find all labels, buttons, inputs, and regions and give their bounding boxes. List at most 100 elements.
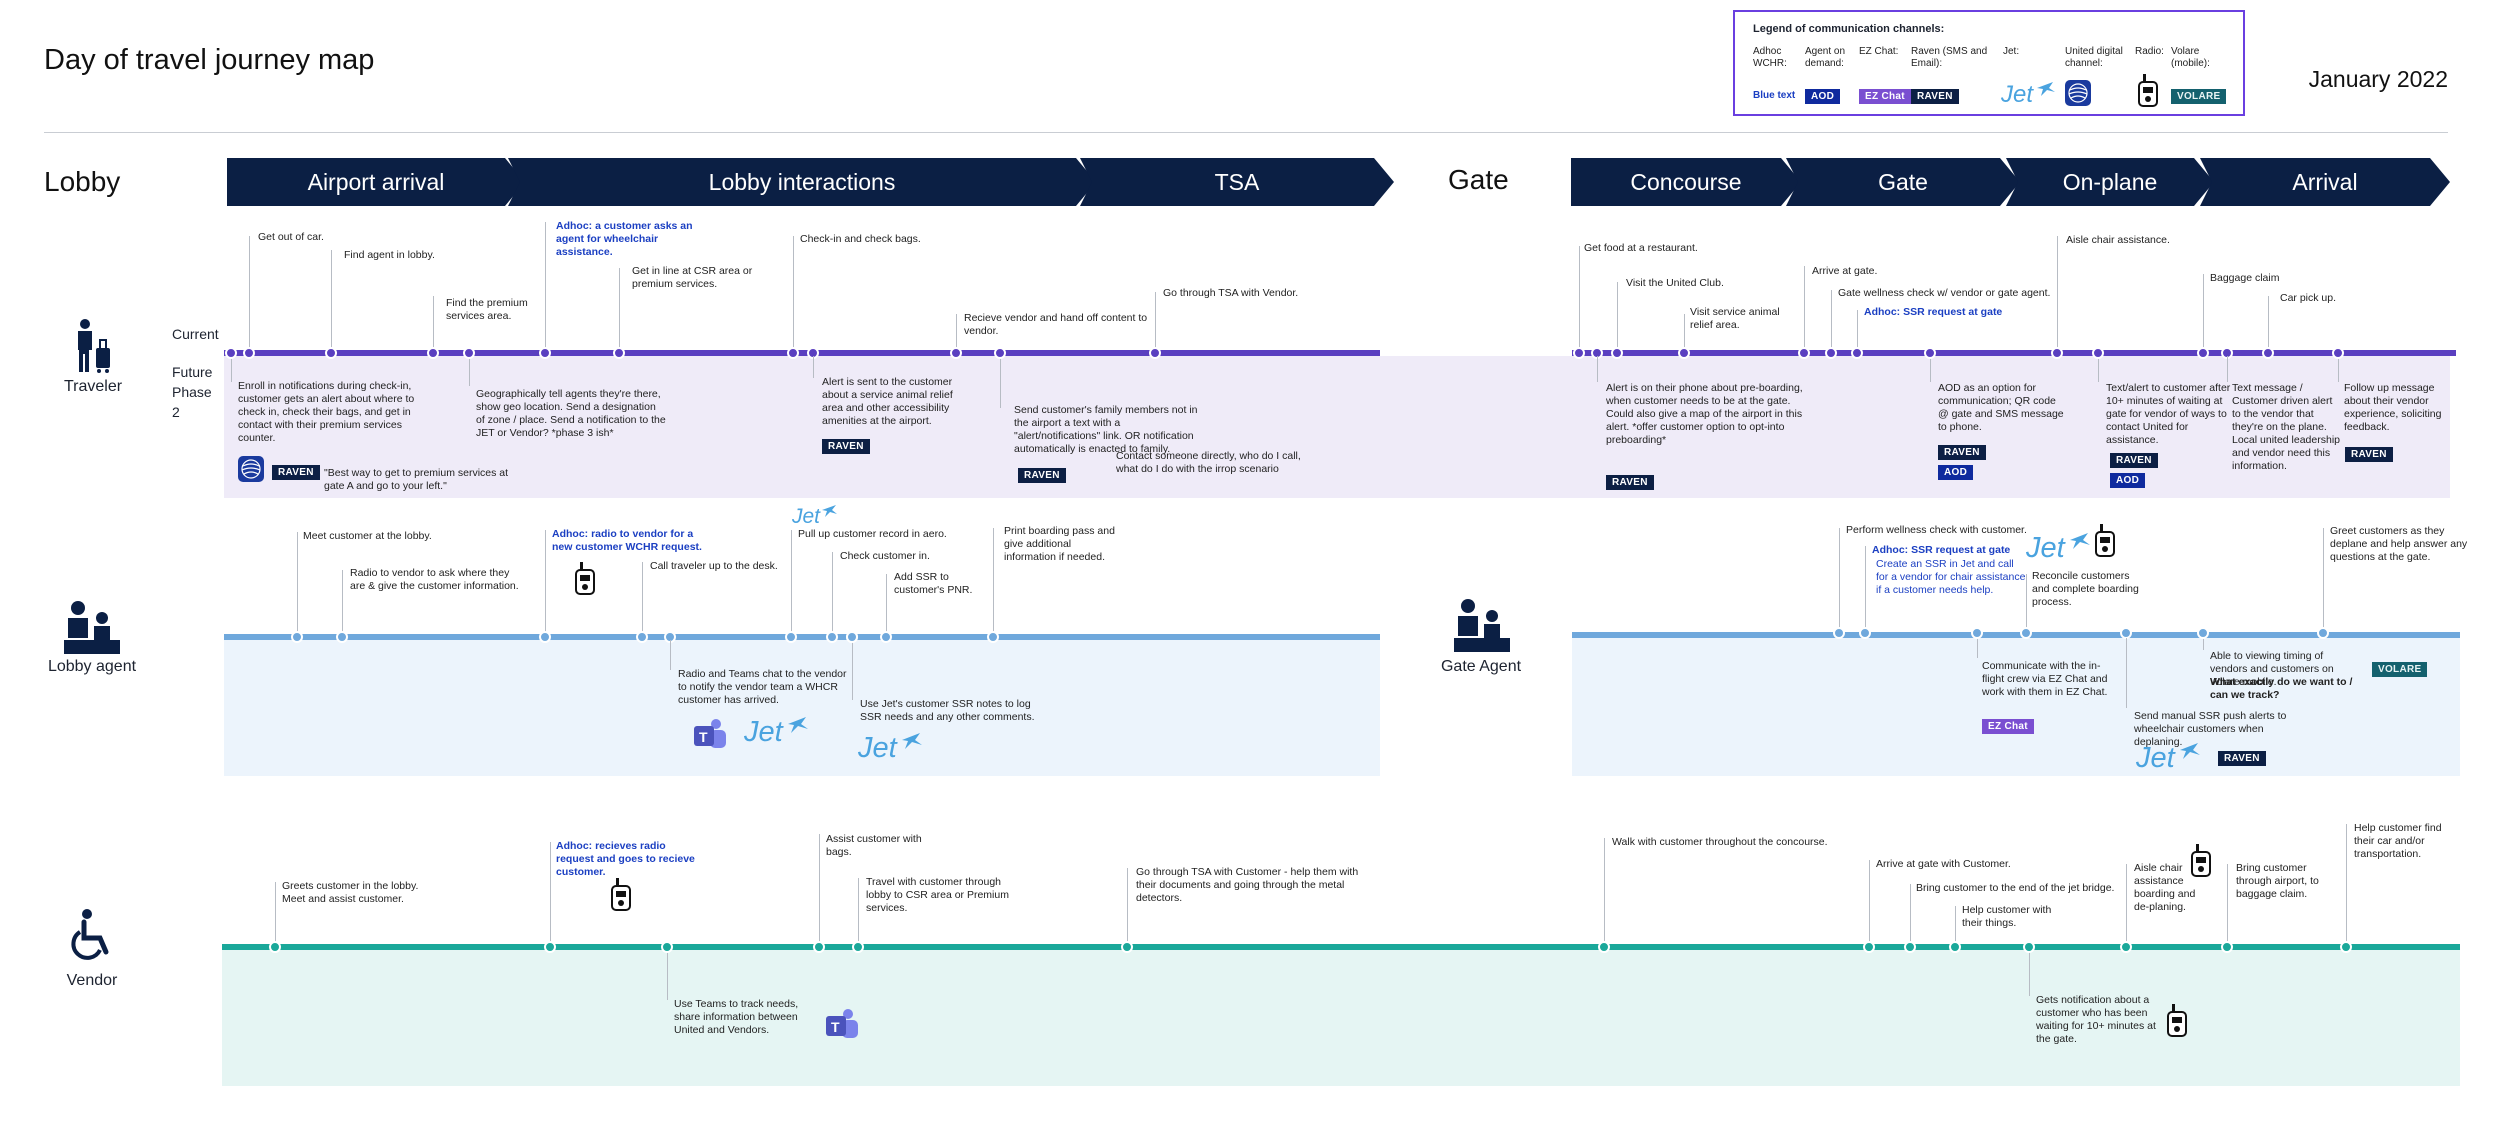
stage-airport-arrival: Airport arrival xyxy=(227,158,525,206)
jet-logo-text: Jet xyxy=(2136,742,2177,774)
traveler-node xyxy=(2332,347,2344,359)
stage-on-plane: On-plane xyxy=(2006,158,2214,206)
jet-logo-text: Jet xyxy=(2001,81,2034,108)
traveler-node xyxy=(950,347,962,359)
lobby-agent-node xyxy=(987,631,999,643)
traveler-node xyxy=(994,347,1006,359)
vendor-node xyxy=(2340,941,2352,953)
lobby-agent-node xyxy=(846,631,858,643)
traveler-node xyxy=(539,347,551,359)
jet-logo-icon: Jet xyxy=(2025,528,2092,569)
vendor-node xyxy=(1598,941,1610,953)
vendor-note: Help customer with their things. xyxy=(1962,904,2052,929)
traveler-note: Car pick up. xyxy=(2280,292,2337,304)
traveler-icon xyxy=(70,318,116,379)
radio-icon xyxy=(2166,1004,2188,1043)
role-vendor: Vendor xyxy=(66,972,118,989)
raven-tag: RAVEN xyxy=(2345,447,2393,462)
united-globe-icon xyxy=(238,456,264,487)
vendor-below-note: Use Teams to track needs, share informat… xyxy=(674,998,799,1036)
traveler-node xyxy=(1149,347,1161,359)
traveler-note: Gate wellness check w/ vendor or gate ag… xyxy=(1838,287,2051,299)
legend-label-jet: Jet: xyxy=(2003,46,2020,57)
traveler-node xyxy=(463,347,475,359)
gate-agent-node xyxy=(1971,627,1983,639)
lobby-agent-note: Pull up customer record in aero. xyxy=(798,528,947,540)
role-lobby-agent: Lobby agent xyxy=(47,658,137,675)
vendor-note: Bring customer to the end of the jet bri… xyxy=(1916,882,2115,894)
traveler-note: Get out of car. xyxy=(258,231,324,243)
stage-label: TSA xyxy=(1214,168,1260,195)
gate-agent-note-blue: Create an SSR in Jet and call for a vend… xyxy=(1876,558,2026,596)
ezchat-tag: EZ Chat xyxy=(1982,719,2034,734)
stage-label: Gate xyxy=(1878,168,1928,195)
stage-tsa: TSA xyxy=(1080,158,1394,206)
section-lobby: Lobby xyxy=(44,166,121,197)
legend-label-volare: Volare (mobile): xyxy=(2171,46,2210,69)
vendor-node xyxy=(2120,941,2132,953)
lobby-agent-note: Radio to vendor to ask where they are & … xyxy=(350,567,519,592)
legend-label-ez: EZ Chat: xyxy=(1859,46,1899,57)
traveler-node xyxy=(225,347,237,359)
stage-label: On-plane xyxy=(2062,168,2158,195)
vendor-note: Go through TSA with Customer - help them… xyxy=(1136,866,1359,904)
lobby-agent-node xyxy=(539,631,551,643)
vendor-note: Bring customer through airport, to bagga… xyxy=(2236,862,2319,900)
lobby-agent-below-note: Use Jet's customer SSR notes to log SSR … xyxy=(860,698,1035,723)
traveler-lobby-line xyxy=(224,350,1380,356)
vendor-node xyxy=(2023,941,2035,953)
lobby-agent-node xyxy=(336,631,348,643)
vendor-node xyxy=(2221,941,2233,953)
vendor-note: Help customer find their car and/or tran… xyxy=(2354,822,2442,860)
vendor-note-adhoc: Adhoc: recieves radio request and goes t… xyxy=(556,840,695,878)
vendor-node xyxy=(1121,941,1133,953)
lobby-agent-note: Call traveler up to the desk. xyxy=(650,560,778,572)
row-future-label: Future Phase 2 xyxy=(172,364,213,420)
vendor-note: Greets customer in the lobby. Meet and a… xyxy=(282,880,419,905)
vendor-node xyxy=(1949,941,1961,953)
stage-label: Concourse xyxy=(1630,168,1742,195)
lobby-agent-below-note: Radio and Teams chat to the vendor to no… xyxy=(678,668,847,706)
svg-text:T: T xyxy=(699,729,708,745)
traveler-note: Check-in and check bags. xyxy=(800,233,921,245)
lobby-agent-note: Check customer in. xyxy=(840,550,930,562)
page-date: January 2022 xyxy=(2308,66,2448,92)
traveler-note: Aisle chair assistance. xyxy=(2066,234,2170,246)
traveler-future-note: Contact someone directly, who do I call,… xyxy=(1116,450,1301,475)
traveler-future-note: Alert is on their phone about pre-boardi… xyxy=(1606,382,1803,446)
traveler-node xyxy=(325,347,337,359)
traveler-note-adhoc: Adhoc: a customer asks an agent for whee… xyxy=(556,220,693,258)
raven-tag: RAVEN xyxy=(1938,445,1986,460)
gate-agent-below-note: Communicate with the in-flight crew via … xyxy=(1982,660,2108,698)
legend-label-aod: Agent on demand: xyxy=(1805,46,1846,69)
traveler-note: Visit service animal relief area. xyxy=(1690,306,1780,331)
agent-desk-icon xyxy=(62,600,122,661)
teams-icon: T xyxy=(692,718,728,757)
gate-agent-node xyxy=(1859,627,1871,639)
vendor-node xyxy=(852,941,864,953)
volare-tag: VOLARE xyxy=(2372,662,2428,677)
gate-agent-note-adhoc: Adhoc: SSR request at gate xyxy=(1872,544,2011,556)
vendor-node xyxy=(544,941,556,953)
gate-agent-node xyxy=(2197,627,2209,639)
traveler-node xyxy=(787,347,799,359)
traveler-note: Baggage claim xyxy=(2210,272,2280,284)
traveler-future-note: Send customer's family members not in th… xyxy=(1014,404,1198,455)
row-current-label: Current xyxy=(172,326,219,342)
traveler-note-adhoc: Adhoc: SSR request at gate xyxy=(1864,306,2003,318)
lobby-agent-note: Print boarding pass and give additional … xyxy=(1004,525,1115,563)
traveler-note: Find agent in lobby. xyxy=(344,249,435,261)
vendor-note: Walk with customer throughout the concou… xyxy=(1612,836,1828,848)
legend-label-united: United digital channel: xyxy=(2065,46,2123,69)
traveler-note: Recieve vendor and hand off content to v… xyxy=(964,312,1148,337)
stage-label: Lobby interactions xyxy=(708,168,896,195)
traveler-node xyxy=(1573,347,1585,359)
gate-agent-node xyxy=(2020,627,2032,639)
traveler-node xyxy=(1851,347,1863,359)
raven-tag: RAVEN xyxy=(822,439,870,454)
jet-logo-text: Jet xyxy=(858,732,899,764)
vendor-node xyxy=(661,941,673,953)
legend-tag-volare: VOLARE xyxy=(2171,89,2227,104)
stage-gate: Gate xyxy=(1786,158,2020,206)
vendor-note: Assist customer with bags. xyxy=(826,833,922,858)
